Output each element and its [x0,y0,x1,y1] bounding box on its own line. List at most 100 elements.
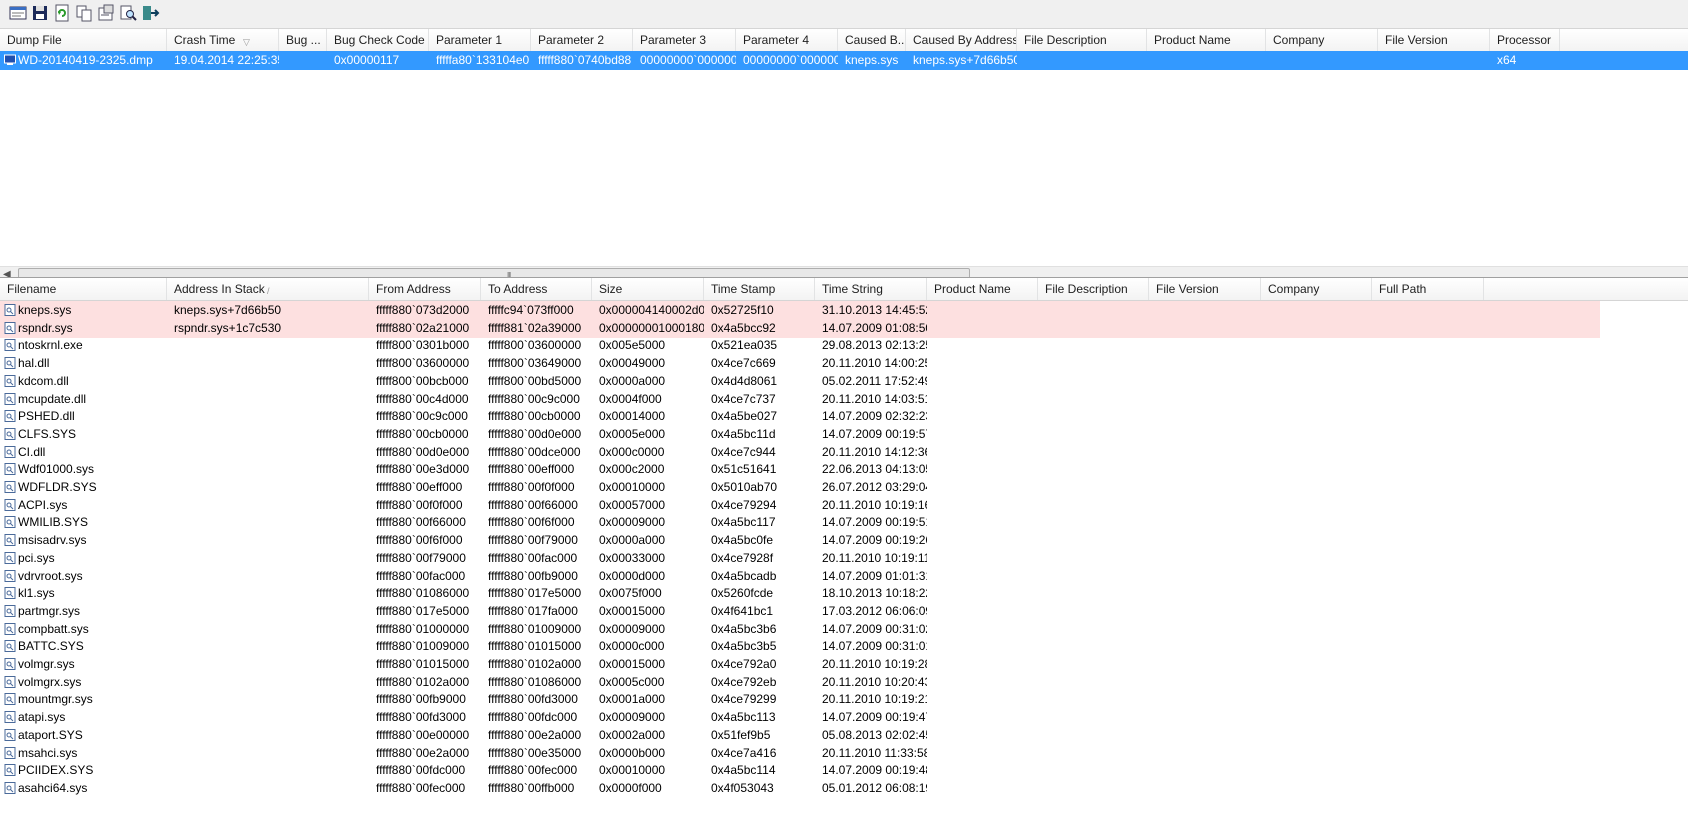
module-row[interactable]: WMILIB.SYS fffff880`00f66000 fffff880`00f6… [0,513,1688,532]
column-header-file-version[interactable]: File Version [1149,278,1261,300]
module-file-description [1038,354,1149,373]
module-row[interactable]: BATTC.SYS fffff880`01009000 fffff880`01015… [0,637,1688,656]
module-list[interactable]: Filename Address In Stack / From Address … [0,277,1688,829]
column-header-bug-check-string[interactable]: Bug ... [279,29,327,51]
module-row[interactable]: ACPI.sys fffff880`00f0f000 fffff880`00f660… [0,496,1688,515]
column-header-product-name[interactable]: Product Name [927,278,1038,300]
column-header-parameter-3[interactable]: Parameter 3 [633,29,736,51]
module-filename: vdrvroot.sys [18,568,83,583]
module-full-path [1372,531,1484,550]
module-row[interactable]: kl1.sys fffff880`01086000 fffff880`017e500… [0,584,1688,603]
save-icon[interactable] [30,3,50,23]
module-address-in-stack [167,496,369,515]
caused-by-address: kneps.sys+7d66b50 [913,53,1017,67]
module-filename: partmgr.sys [18,603,81,618]
module-product-name [927,354,1038,373]
module-time-stamp: 0x4ce792eb [711,674,777,689]
module-row[interactable]: ntoskrnl.exe fffff800`0301b000 fffff800`03… [0,336,1688,355]
find-icon[interactable] [118,3,138,23]
module-time-stamp: 0x521ea035 [711,338,778,353]
column-header-caused-by-address[interactable]: Caused By Address [906,29,1017,51]
module-row[interactable]: msahci.sys fffff880`00e2a000 fffff880`00e3… [0,744,1688,763]
column-header-full-path[interactable]: Full Path [1372,278,1484,300]
bug-check-code: 0x00000117 [334,53,400,67]
html-report-icon[interactable] [8,3,28,23]
module-filename-cell: kdcom.dll [0,372,167,391]
module-file-description [1038,372,1149,391]
module-file-version [1149,443,1261,462]
column-header-bug-check-code[interactable]: Bug Check Code [327,29,429,51]
module-row[interactable]: hal.dll fffff800`03600000 fffff800`0364900… [0,354,1688,373]
module-row[interactable]: Wdf01000.sys fffff880`00e3d000 fffff880`00… [0,460,1688,479]
column-header-address-in-stack[interactable]: Address In Stack / [167,278,369,300]
module-size: 0x00010000 [599,480,666,494]
column-header-time-stamp[interactable]: Time Stamp [704,278,815,300]
dump-file-row[interactable]: WD-20140419-2325.dmp 19.04.2014 22:25:35… [0,51,1688,70]
module-row[interactable]: CLFS.SYS fffff880`00cb0000 fffff880`00d0e0… [0,425,1688,444]
module-row[interactable]: WDFLDR.SYS fffff880`00eff000 fffff880`00f0… [0,478,1688,497]
module-time-stamp: 0x4a5bc0fe [711,533,774,548]
module-file-version [1149,673,1261,692]
module-row[interactable]: msisadrv.sys fffff880`00f6f000 fffff880`00… [0,531,1688,550]
module-row[interactable]: partmgr.sys fffff880`017e5000 fffff880`017… [0,602,1688,621]
module-row[interactable]: CI.dll fffff880`00d0e000 fffff880`00dce000… [0,443,1688,462]
column-header-from-address[interactable]: From Address [369,278,481,300]
column-header-file-description[interactable]: File Description [1017,29,1147,51]
dump-file-list[interactable]: Dump File Crash Time ▽ Bug ... Bug Check … [0,29,1688,301]
module-full-path [1372,372,1484,391]
module-product-name [927,372,1038,391]
module-row[interactable]: volmgr.sys fffff880`01015000 fffff880`0102… [0,655,1688,674]
module-row[interactable]: mountmgr.sys fffff880`00fb9000 fffff880`00… [0,690,1688,709]
exit-icon[interactable] [140,3,160,23]
module-address-in-stack [167,513,369,532]
module-row[interactable]: pci.sys fffff880`00f79000 fffff880`00fac00… [0,549,1688,568]
column-header-file-version[interactable]: File Version [1378,29,1490,51]
module-row[interactable]: PCIIDEX.SYS fffff880`00fdc000 fffff880`00f… [0,761,1688,780]
module-time-string: 14.07.2009 00:19:51 [822,515,927,530]
module-file-description [1038,708,1149,727]
module-from-address: fffff880`00e3d000 [376,462,470,477]
module-row[interactable]: asahci64.sys fffff880`00fec000 fffff880`00… [0,779,1688,798]
column-header-parameter-1[interactable]: Parameter 1 [429,29,531,51]
module-row[interactable]: compbatt.sys fffff880`01000000 fffff880`01… [0,620,1688,639]
module-row[interactable]: volmgrx.sys fffff880`0102a000 fffff880`010… [0,673,1688,692]
module-filename-cell: Wdf01000.sys [0,460,167,479]
column-header-size[interactable]: Size [592,278,704,300]
refresh-icon[interactable] [52,3,72,23]
module-row[interactable]: atapi.sys fffff880`00fd3000 fffff880`00fdc… [0,708,1688,727]
column-header-file-description[interactable]: File Description [1038,278,1149,300]
module-filename-cell: PSHED.dll [0,407,167,426]
properties-icon[interactable] [96,3,116,23]
module-time-string: 20.11.2010 11:33:58 [822,745,927,760]
column-header-parameter-2[interactable]: Parameter 2 [531,29,633,51]
column-header-caused-by-driver[interactable]: Caused B... [838,29,906,51]
copy-icon[interactable] [74,3,94,23]
column-header-filename[interactable]: Filename [0,278,167,300]
module-file-icon [4,321,16,334]
column-header-parameter-4[interactable]: Parameter 4 [736,29,838,51]
module-row[interactable]: mcupdate.dll fffff880`00c4d000 fffff880`00… [0,390,1688,409]
module-row[interactable]: kdcom.dll fffff800`00bcb000 fffff800`00bd5… [0,372,1688,391]
module-row[interactable]: ataport.SYS fffff880`00e00000 fffff880`00e… [0,726,1688,745]
module-size: 0x0000a000 [599,533,666,548]
module-file-icon [4,374,16,387]
column-header-company[interactable]: Company [1266,29,1378,51]
module-file-version [1149,513,1261,532]
column-header-product-name[interactable]: Product Name [1147,29,1266,51]
column-header-crash-time[interactable]: Crash Time ▽ [167,29,279,51]
module-row[interactable]: kneps.sys kneps.sys+7d66b50 fffff880`073d2… [0,301,1688,320]
module-row[interactable]: vdrvroot.sys fffff880`00fac000 fffff880`00… [0,567,1688,586]
module-company [1261,779,1372,798]
module-row[interactable]: PSHED.dll fffff880`00c9c000 fffff880`00cb0… [0,407,1688,426]
column-header-to-address[interactable]: To Address [481,278,592,300]
module-company [1261,478,1372,497]
module-file-version [1149,301,1261,320]
module-company [1261,673,1372,692]
module-row[interactable]: rspndr.sys rspndr.sys+1c7c530 fffff880`02a… [0,318,1688,338]
column-header-processor[interactable]: Processor [1490,29,1560,51]
column-header-time-string[interactable]: Time String [815,278,927,300]
module-full-path [1372,478,1484,497]
module-file-description [1038,478,1149,497]
column-header-dump-file[interactable]: Dump File [0,29,167,51]
column-header-company[interactable]: Company [1261,278,1372,300]
